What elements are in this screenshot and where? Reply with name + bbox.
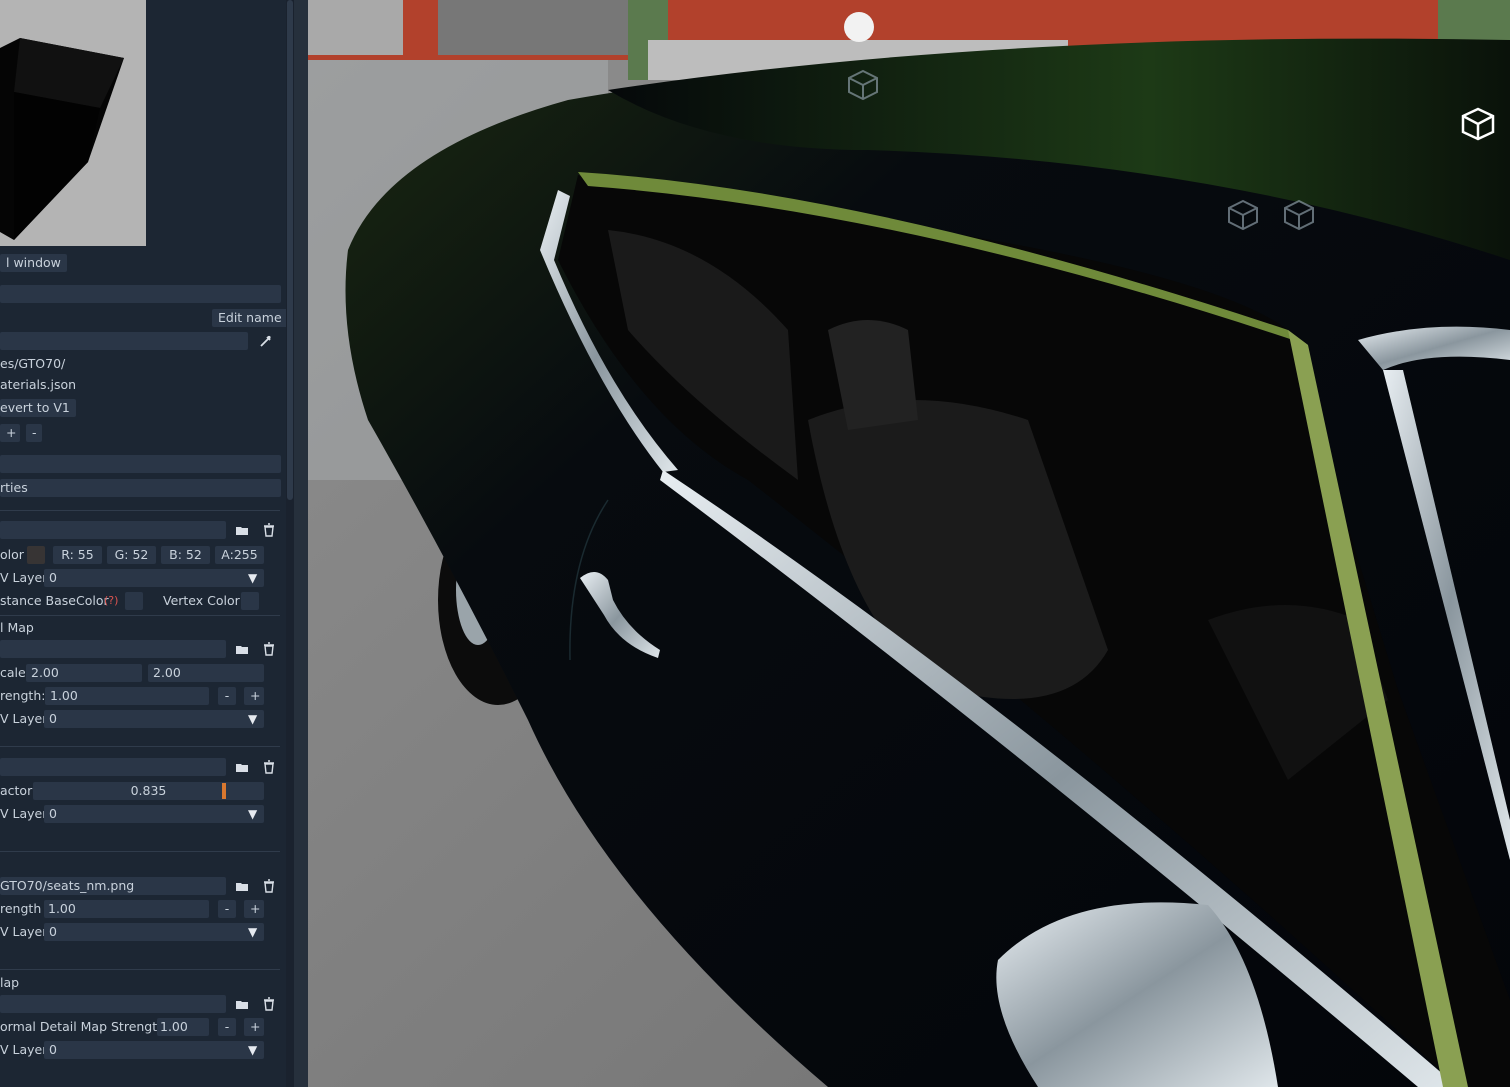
properties-header-label: rties: [0, 480, 28, 495]
remove-layer-button[interactable]: -: [26, 424, 42, 442]
folder-icon[interactable]: [235, 879, 249, 893]
eyedropper-icon[interactable]: [258, 334, 272, 348]
factor-slider[interactable]: 0.835: [33, 782, 264, 800]
base-uv-value: 0: [49, 570, 57, 585]
normal-detail-uv-value: 0: [49, 1042, 57, 1057]
normal-map-input[interactable]: GTO70/seats_nm.png: [0, 877, 226, 895]
dropdown-arrow-icon: ▼: [248, 925, 258, 939]
edit-name-button[interactable]: Edit name: [212, 309, 286, 327]
normal-detail-strength-decrease[interactable]: -: [218, 1018, 236, 1036]
object-cube-icon[interactable]: [1460, 106, 1496, 145]
trash-icon[interactable]: [262, 523, 276, 537]
dropdown-arrow-icon: ▼: [248, 807, 258, 821]
instance-basecolor-checkbox[interactable]: [125, 592, 143, 610]
normal-detail-strength-value: 1.00: [160, 1019, 188, 1034]
detail-strength-input[interactable]: 1.00: [45, 687, 209, 705]
detail-uv-value: 0: [49, 711, 57, 726]
color-a-field[interactable]: A:255: [215, 546, 264, 564]
detail-scale-y-input[interactable]: 2.00: [148, 664, 264, 682]
revert-button[interactable]: evert to V1: [0, 399, 76, 417]
detail-scale-x-input[interactable]: 2.00: [26, 664, 142, 682]
panel-splitter[interactable]: [294, 0, 308, 1087]
object-cube-icon[interactable]: [846, 68, 880, 105]
dropdown-arrow-icon: ▼: [248, 1043, 258, 1057]
factor-uv-select[interactable]: 0 ▼: [44, 805, 264, 823]
normal-detail-uv-label: V Layer: [0, 1042, 48, 1057]
material-list-bar[interactable]: [0, 285, 281, 303]
base-uv-select[interactable]: 0 ▼: [44, 569, 264, 587]
normal-uv-select[interactable]: 0 ▼: [44, 923, 264, 941]
detail-uv-label: V Layer: [0, 711, 48, 726]
add-layer-button[interactable]: +: [0, 424, 20, 442]
normal-uv-value: 0: [49, 924, 57, 939]
normal-strength-input[interactable]: 1.00: [44, 900, 209, 918]
material-editor-panel: l window Edit name es/GTO70/ aterials.js…: [0, 0, 286, 1087]
trash-icon[interactable]: [262, 642, 276, 656]
folder-icon[interactable]: [235, 997, 249, 1011]
scene-viewport[interactable]: [308, 0, 1510, 1087]
detail-map-header: l Map: [0, 620, 34, 635]
trash-icon[interactable]: [262, 997, 276, 1011]
detail-strength-increase[interactable]: +: [244, 687, 264, 705]
base-color-swatch[interactable]: [27, 546, 45, 564]
layer-bar[interactable]: [0, 455, 281, 473]
properties-header[interactable]: rties: [0, 479, 281, 497]
object-cube-icon[interactable]: [1282, 198, 1316, 235]
normal-detail-strength-input[interactable]: 1.00: [157, 1018, 209, 1036]
detail-strength-value: 1.00: [50, 688, 78, 703]
material-file: aterials.json: [0, 377, 77, 392]
normal-uv-label: V Layer: [0, 924, 48, 939]
normal-detail-header: lap: [0, 975, 20, 990]
folder-icon[interactable]: [235, 642, 249, 656]
factor-value: 0.835: [130, 783, 167, 798]
preview-window-button[interactable]: l window: [0, 254, 67, 272]
normal-detail-map-input[interactable]: [0, 995, 226, 1013]
material-path: es/GTO70/: [0, 356, 66, 371]
normal-strength-increase[interactable]: +: [244, 900, 264, 918]
basecolor-map-input[interactable]: [0, 521, 226, 539]
normal-strength-value: 1.00: [48, 901, 76, 916]
normal-detail-uv-select[interactable]: 0 ▼: [44, 1041, 264, 1059]
normal-detail-strength-increase[interactable]: +: [244, 1018, 264, 1036]
car-scene-render: [308, 0, 1510, 1087]
factor-uv-value: 0: [49, 806, 57, 821]
factor-uv-label: V Layer: [0, 806, 48, 821]
normal-detail-strength-label: ormal Detail Map Strength: [0, 1019, 166, 1034]
color-r-field[interactable]: R: 55: [53, 546, 102, 564]
detail-uv-select[interactable]: 0 ▼: [44, 710, 264, 728]
material-preview: [0, 0, 146, 246]
help-mark[interactable]: (?): [104, 592, 118, 610]
panel-scrollbar[interactable]: [286, 0, 294, 1087]
vertex-color-label: Vertex Color: [163, 593, 240, 608]
detail-scale-x-value: 2.00: [31, 665, 59, 680]
panel-scrollbar-thumb[interactable]: [287, 0, 293, 500]
trash-icon[interactable]: [262, 760, 276, 774]
instance-basecolor-label: stance BaseColor: [0, 593, 109, 608]
object-cube-icon[interactable]: [1226, 198, 1260, 235]
detail-scale-y-value: 2.00: [153, 665, 181, 680]
vertex-color-checkbox[interactable]: [241, 592, 259, 610]
color-b-field[interactable]: B: 52: [161, 546, 210, 564]
dropdown-arrow-icon: ▼: [248, 712, 258, 726]
folder-icon[interactable]: [235, 523, 249, 537]
light-dot-icon[interactable]: [844, 12, 874, 42]
detail-strength-label: rength:: [0, 688, 46, 703]
dropdown-arrow-icon: ▼: [248, 571, 258, 585]
normal-strength-decrease[interactable]: -: [218, 900, 236, 918]
preview-cube: [0, 38, 124, 240]
material-name-input[interactable]: [0, 332, 248, 350]
normal-strength-label: rength: [0, 901, 42, 916]
folder-icon[interactable]: [235, 760, 249, 774]
detail-map-input[interactable]: [0, 640, 226, 658]
factor-label: actor: [0, 783, 33, 798]
normal-map-file: GTO70/seats_nm.png: [0, 878, 135, 893]
factor-slider-handle[interactable]: [222, 783, 226, 799]
detail-strength-decrease[interactable]: -: [218, 687, 236, 705]
factor-map-input[interactable]: [0, 758, 226, 776]
base-uv-label: V Layer: [0, 570, 48, 585]
base-color-label: olor: [0, 547, 24, 562]
color-g-field[interactable]: G: 52: [107, 546, 156, 564]
trash-icon[interactable]: [262, 879, 276, 893]
